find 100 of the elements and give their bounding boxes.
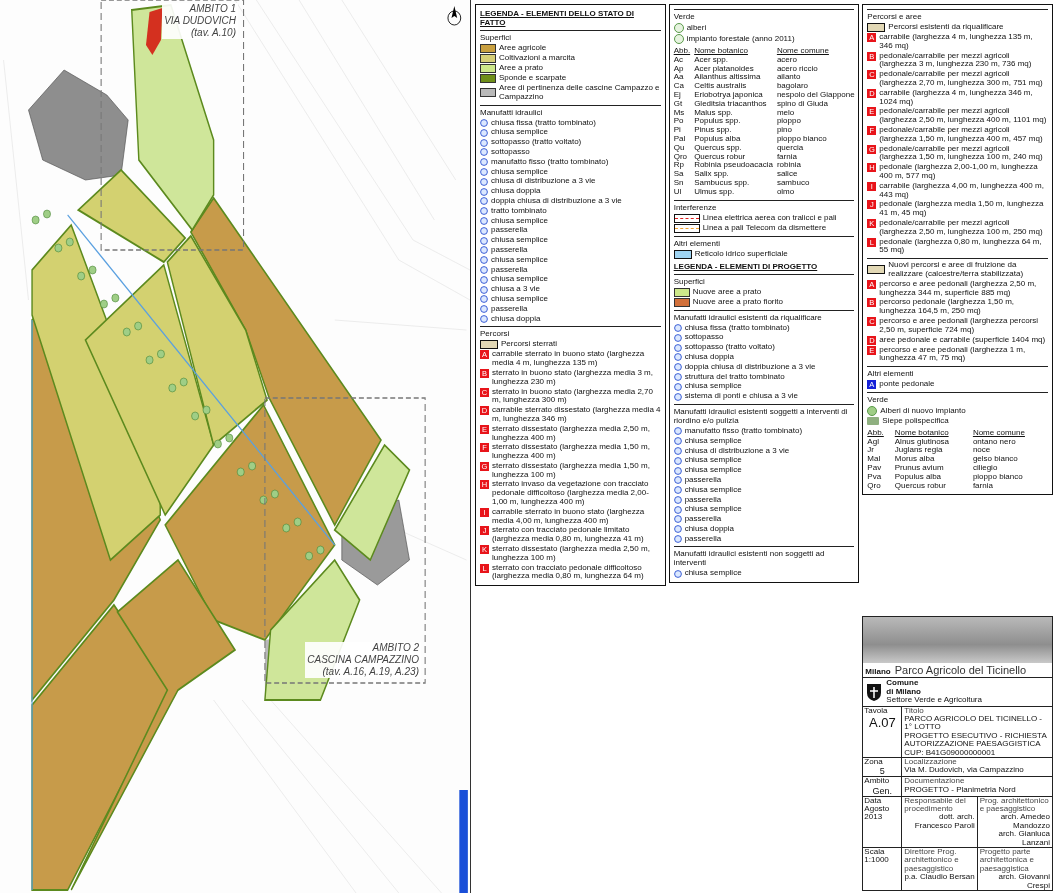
legend-text: chiusa doppia: [684, 524, 735, 534]
person-name: arch. Giovanni Crespi: [998, 873, 1051, 890]
legend-text: sistema di ponti e chiusa a 3 vie: [684, 392, 799, 401]
area-label: AMBITO 1: [189, 3, 236, 15]
table-cell-text: olmo: [776, 187, 796, 197]
section-heading: Superfici: [480, 33, 513, 42]
legend-text: sottopasso: [491, 148, 530, 157]
legend-text: passerella: [491, 245, 528, 255]
legend-text: sottopasso: [684, 333, 724, 343]
legend-text: chiusa fissa (tratto tombinato): [684, 323, 790, 333]
table-cell: Pva: [867, 472, 895, 482]
field-label: Documentazione: [904, 777, 966, 786]
legend-text: sterrato dissestato (larghezza media 1,50 m, lunghezza 400 m): [492, 443, 651, 461]
sheet-code: A.07: [867, 714, 897, 730]
sheet-info: PARCO AGRICOLO DEL TICINELLO - 1° LOTTO: [904, 714, 1043, 732]
table-cell: Salix spp.: [694, 170, 777, 179]
table-cell: Po: [673, 117, 695, 127]
legend-text: sterrato in buono stato (larghezza media 3 m, lunghezza 230 m): [492, 368, 654, 387]
field-label: Direttore Prog. architettonico e paesaggistico: [904, 848, 960, 873]
field-label: Prog. architettonico e paesaggistico: [979, 796, 1050, 814]
legend-text: chiusa a 3 vie: [491, 285, 540, 294]
section-heading: Percorsi: [480, 329, 511, 339]
legend-text: carrabile (larghezza 4 m, lunghezza 135 m, 346 mq): [879, 33, 1034, 51]
legend-text: Aree agricole: [499, 44, 547, 53]
table-cell: Qu: [673, 143, 695, 153]
legend-text: passerella: [491, 226, 528, 236]
table-cell: Populus spp.: [694, 117, 777, 127]
legend-text: sterrato dissestato (larghezza media 2,50 m, lunghezza 400 m): [492, 424, 651, 443]
sheet-info: PROGETTO - Planimetria Nord: [904, 785, 1017, 795]
table-cell: Gt: [673, 99, 695, 109]
legend-text: chiusa fissa (tratto tombinato): [491, 118, 596, 128]
field-label: Ambito: [864, 777, 891, 786]
table-cell-text: sambuco: [776, 178, 811, 188]
table-cell-text: nespolo del Giappone: [776, 91, 856, 99]
legend-text: Nuove aree a prato fiorito: [692, 297, 783, 307]
table-cell-text: noce: [972, 446, 992, 456]
table-cell-text: farnia: [972, 481, 993, 491]
area-place: VIA DUDOVICH: [164, 15, 236, 27]
table-cell: Ca: [673, 82, 695, 91]
section-heading: Superfici: [673, 276, 706, 286]
legend-text: Coltivazioni a marcita: [499, 54, 576, 63]
legend-text: sterrato invaso da vegetazione con tracciato pedonale difficoltoso (larghezza media 2,00-1,00 m, lunghezza 400 m): [492, 480, 650, 507]
table-cell: Pi: [673, 126, 695, 135]
legend-text: Percorsi esistenti da riqualificare: [888, 23, 1004, 32]
table-cell-text: melo: [776, 108, 795, 118]
legend-text: Nuove aree a prato: [692, 287, 762, 297]
table-cell: Eriobotrya japonica: [694, 91, 777, 100]
legend-text: percorso e aree pedonali (larghezza 2,50 m, lunghezza 344 m, superficie 885 mq): [879, 279, 1038, 298]
field-label: Titolo: [904, 706, 925, 715]
legend-text: chiusa di distribuzione a 3 vie: [491, 177, 596, 187]
table-cell: Quercus robur: [894, 481, 973, 491]
table-cell: Jr: [867, 446, 895, 456]
table-cell: Pav: [867, 464, 895, 473]
legend-text: tratto tombinato: [491, 206, 547, 216]
office-name: Settore Verde e Agricoltura: [886, 696, 982, 705]
legend-text: Alberi di nuovo impianto: [880, 406, 966, 416]
table-cell-text: pioppo bianco: [776, 134, 828, 143]
legend-text: sterrato dissestato (larghezza media 1,50 m, lunghezza 100 m): [492, 461, 651, 480]
table-cell: Rp: [673, 161, 695, 171]
person-name: p.a. Claudio Bersan: [904, 873, 975, 882]
legend-text: passerella: [684, 515, 722, 524]
legend-text: pedonale/carrabile per mezzi agricoli (larghezza 2,70 m, lunghezza 300 m, 751 mq): [879, 70, 1044, 88]
section-heading: Interferenze: [673, 202, 718, 212]
area-reference: (tav. A.16, A.19, A.23): [322, 666, 419, 678]
table-cell: Quercus spp.: [694, 143, 777, 153]
person-name: arch. Gianluca Lanzani: [997, 830, 1051, 848]
sheet-info: PROGETTO ESECUTIVO - RICHIESTA AUTORIZZAZIONE PAESAGGISTICA: [904, 731, 1048, 749]
field-label: Zona: [864, 757, 884, 767]
table-cell: Mal: [867, 455, 895, 465]
legend-text: percorso pedonale (larghezza 1,50 m, lunghezza 164,5 m, 250 mq): [879, 298, 1016, 316]
column-header: Abb.: [867, 428, 895, 438]
table-cell: Qro: [673, 152, 695, 162]
legend-text: chiusa semplice: [684, 436, 742, 446]
legend-text: carrabile sterrato in buono stato (larghezza media 4,00 m, lunghezza 400 m): [492, 507, 646, 526]
table-cell: Ej: [673, 91, 695, 100]
legend-text: sterrato con tracciato pedonale limitato (larghezza media 0,80 m, lunghezza 41 m): [492, 526, 645, 545]
table-cell: Ms: [673, 108, 695, 118]
table-cell-text: ailanto: [776, 73, 802, 83]
table-cell: Populus alba: [694, 134, 777, 144]
legend-text: chiusa semplice: [491, 167, 548, 177]
table-cell: Acer platanoides: [694, 64, 777, 74]
table-cell-text: quercia: [776, 143, 805, 152]
column-header: Nome comune: [972, 428, 1026, 438]
legend-text: passerella: [684, 495, 722, 505]
legend-text: percorso e aree pedonali (larghezza percorsi 2,50 m, superficie 724 mq): [879, 316, 1040, 335]
table-cell: Ailanthus altissima: [694, 73, 777, 83]
table-cell: Sn: [673, 178, 695, 188]
field-label: Localizzazione: [904, 757, 958, 767]
legend-text: chiusa semplice: [684, 485, 742, 495]
section-heading: Verde: [867, 395, 890, 405]
legend-text: manufatto fisso (tratto tombinato): [684, 426, 803, 436]
legend-text: alberi: [686, 23, 707, 33]
legend-text: Siepe polispecifica: [882, 417, 949, 426]
office-name: Comune: [886, 679, 920, 688]
legend-text: sterrato in buono stato (larghezza media 2,70 m, lunghezza 300 m): [492, 387, 654, 406]
table-cell: Malus spp.: [694, 108, 777, 118]
section-heading: Manufatti idraulici esistenti da riqualificare: [673, 312, 823, 322]
legend-text: chiusa semplice: [491, 216, 548, 226]
legend-text: passerella: [491, 304, 528, 314]
legend-text: Linea elettrica aerea con tralicci e pali: [702, 213, 837, 223]
